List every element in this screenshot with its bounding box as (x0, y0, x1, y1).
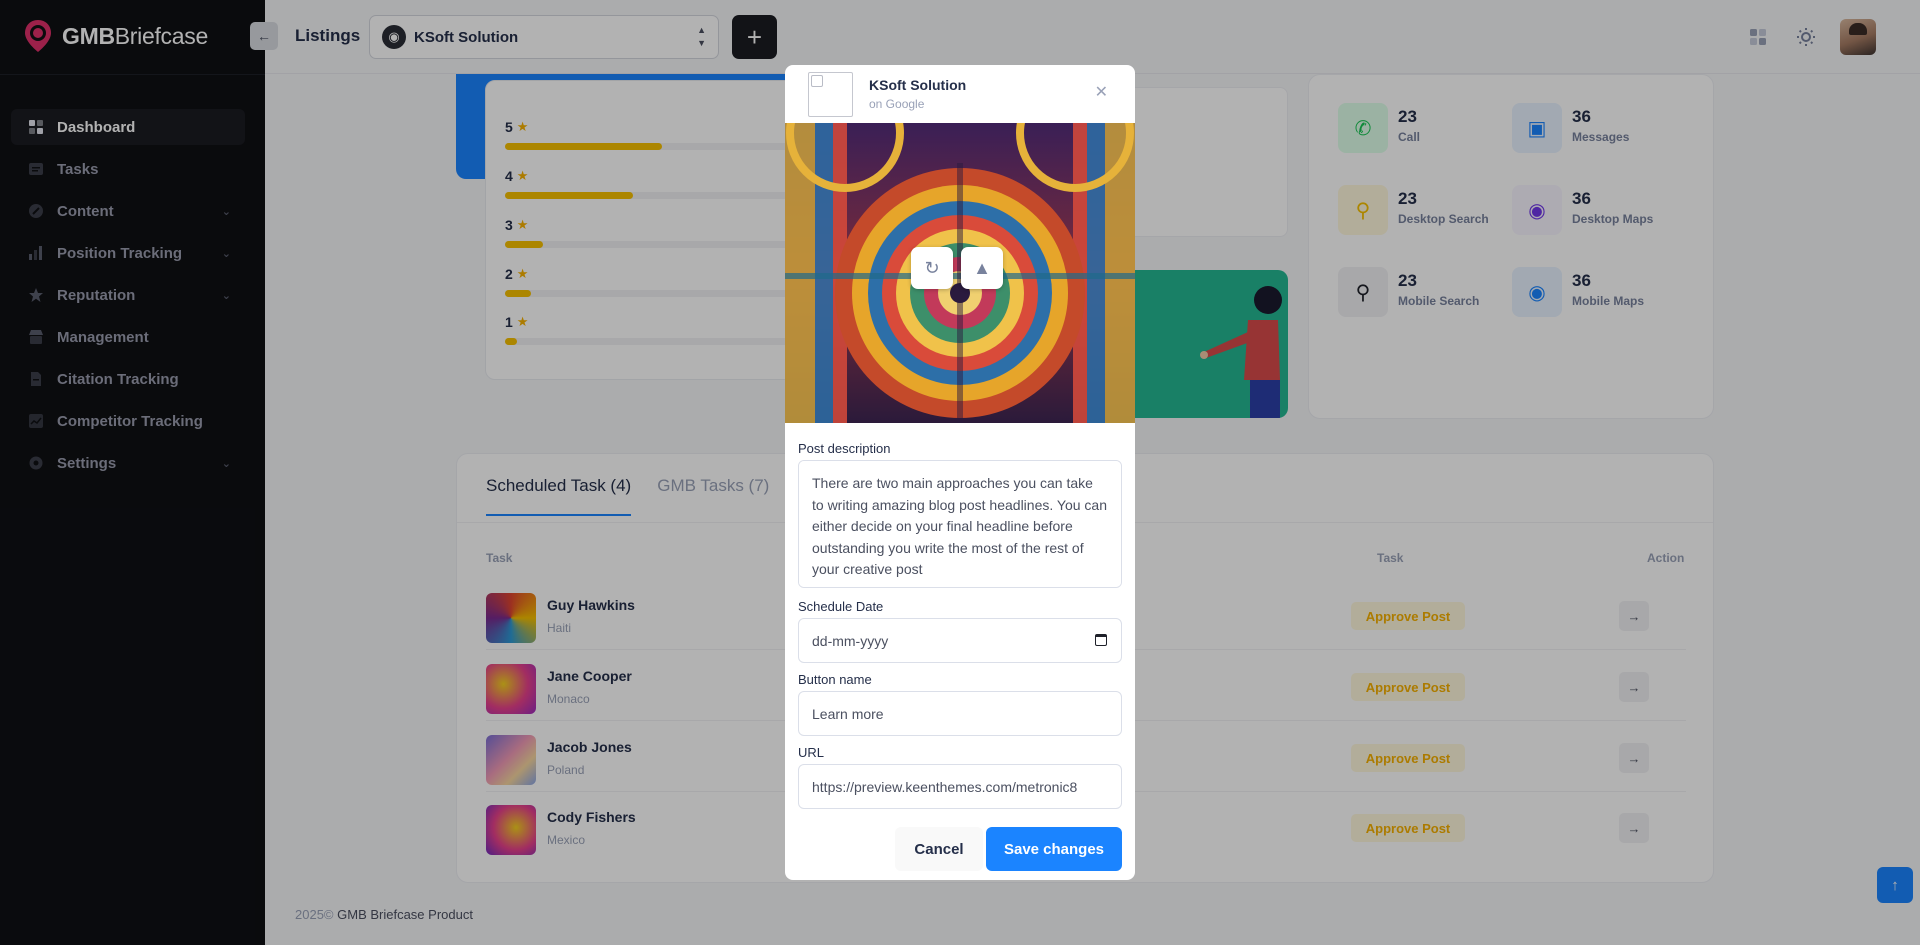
modal-subtitle: on Google (869, 97, 925, 111)
url-value: https://preview.keenthemes.com/metronic8 (812, 778, 1078, 795)
business-logo-image (808, 72, 853, 117)
cancel-button[interactable]: Cancel (895, 827, 983, 871)
schedule-date-input[interactable]: dd-mm-yyyy (798, 618, 1122, 663)
schedule-date-placeholder: dd-mm-yyyy (812, 632, 889, 649)
url-input[interactable]: https://preview.keenthemes.com/metronic8 (798, 764, 1122, 809)
button-name-value: Learn more (812, 705, 884, 722)
upload-icon: ▲ (973, 257, 991, 278)
refresh-icon: ↻ (924, 257, 940, 278)
button-name-input[interactable]: Learn more (798, 691, 1122, 736)
save-changes-button[interactable]: Save changes (986, 827, 1122, 871)
post-description-label: Post description (798, 441, 891, 456)
schedule-date-label: Schedule Date (798, 599, 884, 614)
replace-image-button[interactable]: ↻ (911, 247, 953, 289)
close-icon[interactable]: ✕ (1095, 85, 1108, 101)
post-image: ↻ ▲ (785, 123, 1135, 423)
modal-header: KSoft Solution on Google ✕ (785, 65, 1135, 123)
url-label: URL (798, 745, 825, 760)
post-description-textarea[interactable]: There are two main approaches you can ta… (798, 460, 1122, 588)
calendar-icon[interactable] (1095, 634, 1107, 646)
upload-image-button[interactable]: ▲ (961, 247, 1003, 289)
edit-post-modal: KSoft Solution on Google ✕ ↻ ▲ Post desc… (785, 65, 1135, 880)
modal-title: KSoft Solution (869, 77, 967, 93)
button-name-label: Button name (798, 672, 872, 687)
